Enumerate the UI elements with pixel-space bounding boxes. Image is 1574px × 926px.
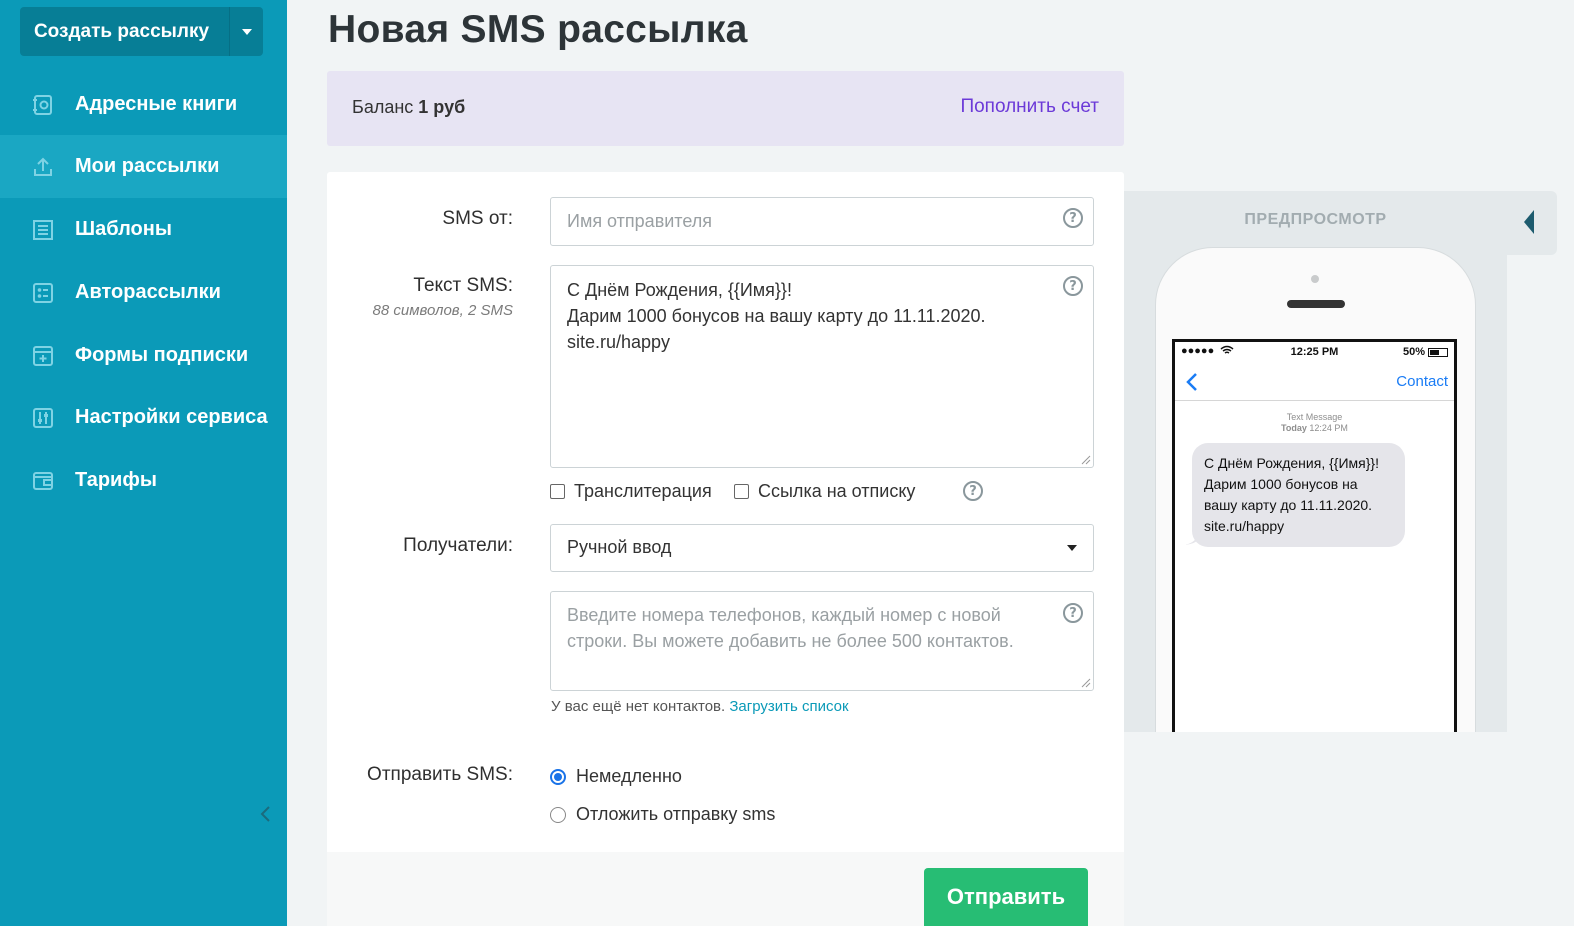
bubble-tail-icon: [1185, 532, 1201, 545]
sidebar-item-autoresponders[interactable]: Авторассылки: [0, 261, 287, 324]
recipients-selected: Ручной ввод: [567, 537, 672, 557]
help-icon[interactable]: ?: [1063, 208, 1083, 228]
sms-text-label: Текст SMS:: [413, 275, 513, 296]
sms-counter: 88 символов, 2 SMS: [372, 302, 513, 319]
sidebar-item-label: Тарифы: [75, 469, 157, 491]
sidebar: Создать рассылку Адресные книги Мои расс…: [0, 0, 287, 926]
sidebar-item-my-campaigns[interactable]: Мои рассылки: [0, 135, 287, 198]
unsubscribe-link-label: Ссылка на отписку: [758, 481, 916, 501]
radio-selected[interactable]: [550, 768, 566, 785]
sidebar-item-subscription-forms[interactable]: Формы подписки: [0, 324, 287, 387]
sidebar-item-label: Настройки сервиса: [75, 406, 268, 428]
phone-screen: ●●●●● 12:25 PM 50% Contact Text Message …: [1172, 339, 1457, 732]
topup-link[interactable]: Пополнить счет: [960, 96, 1099, 118]
page-title: Новая SMS рассылка: [328, 8, 748, 51]
sidebar-item-label: Формы подписки: [75, 344, 249, 366]
no-contacts-note: У вас ещё нет контактов. Загрузить списо…: [551, 698, 849, 715]
recipients-label: Получатели:: [403, 535, 513, 556]
back-chevron-icon[interactable]: [1185, 372, 1199, 392]
chevron-down-icon: [241, 28, 252, 35]
phone-status-bar: ●●●●● 12:25 PM 50%: [1175, 345, 1454, 361]
transliteration-label: Транслитерация: [574, 481, 712, 501]
sidebar-item-address-books[interactable]: Адресные книги: [0, 73, 287, 136]
resize-handle-icon[interactable]: [1081, 678, 1091, 688]
sms-text-textarea[interactable]: С Днём Рождения, {{Имя}}! Дарим 1000 бон…: [550, 265, 1094, 468]
recipients-select[interactable]: Ручной ввод: [550, 524, 1094, 572]
balance-label: Баланс: [352, 97, 414, 117]
upload-icon: [32, 156, 54, 178]
send-delay-radio[interactable]: Отложить отправку sms: [550, 804, 775, 825]
message-type: Text Message: [1286, 412, 1343, 422]
sender-label: SMS от:: [442, 208, 513, 229]
no-contacts-text: У вас ещё нет контактов.: [551, 698, 726, 715]
phone-numbers-placeholder: Введите номера телефонов, каждый номер с…: [567, 605, 1014, 651]
create-campaign-label[interactable]: Создать рассылку: [20, 7, 229, 56]
collapse-sidebar-icon[interactable]: [258, 804, 274, 824]
unsubscribe-link-checkbox[interactable]: Ссылка на отписку: [734, 481, 915, 502]
automation-icon: [32, 282, 54, 304]
transliteration-checkbox[interactable]: Транслитерация: [550, 481, 712, 502]
sidebar-item-tariffs[interactable]: Тарифы: [0, 449, 287, 512]
message-meta: Text Message Today 12:24 PM: [1175, 412, 1454, 434]
sms-text-value: С Днём Рождения, {{Имя}}! Дарим 1000 бон…: [567, 280, 986, 352]
preview-toggle[interactable]: [1500, 191, 1557, 255]
battery-icon: [1428, 347, 1448, 357]
message-bubble: С Днём Рождения, {{Имя}}! Дарим 1000 бон…: [1192, 443, 1405, 547]
send-time-label-wrap: Отправить SMS:: [327, 764, 513, 794]
form-icon: [32, 345, 54, 367]
phone-numbers-textarea[interactable]: Введите номера телефонов, каждый номер с…: [550, 591, 1094, 691]
sidebar-item-label: Мои рассылки: [75, 155, 220, 177]
settings-icon: [32, 407, 54, 429]
collapse-preview-icon: [1524, 210, 1534, 234]
help-icon[interactable]: ?: [1063, 276, 1083, 296]
sidebar-item-label: Адресные книги: [75, 93, 238, 115]
sender-placeholder: Имя отправителя: [567, 211, 713, 231]
resize-handle-icon[interactable]: [1081, 455, 1091, 465]
chevron-down-icon: [1067, 545, 1077, 551]
preview-title: ПРЕДПРОСМОТР: [1244, 211, 1387, 228]
create-campaign-button[interactable]: Создать рассылку: [20, 7, 263, 56]
address-book-icon: [32, 94, 54, 116]
balance-amount: 1 руб: [418, 97, 466, 117]
sidebar-item-service-settings[interactable]: Настройки сервиса: [0, 386, 287, 449]
battery-percent: 50%: [1402, 346, 1425, 358]
send-time-label: Отправить SMS:: [367, 764, 513, 785]
create-dropdown-toggle[interactable]: [230, 7, 263, 56]
send-now-label: Немедленно: [576, 766, 682, 786]
radio-unselected[interactable]: [550, 806, 566, 823]
contact-link[interactable]: Contact: [1396, 373, 1448, 390]
balance-bar: Баланс 1 руб Пополнить счет: [327, 71, 1124, 146]
phone-speaker: [1287, 300, 1345, 308]
sidebar-item-label: Авторассылки: [75, 281, 221, 303]
messages-nav-bar: Contact: [1175, 364, 1454, 401]
wallet-icon: [32, 470, 54, 492]
phone-camera: [1311, 275, 1319, 283]
message-day: Today: [1281, 423, 1307, 433]
send-button[interactable]: Отправить: [924, 868, 1088, 926]
checkbox-box[interactable]: [734, 484, 749, 499]
balance-text: Баланс 1 руб: [352, 97, 465, 118]
sidebar-item-templates[interactable]: Шаблоны: [0, 198, 287, 261]
text-label-wrap: Текст SMS: 88 символов, 2 SMS: [327, 275, 513, 325]
upload-list-link[interactable]: Загрузить список: [729, 698, 848, 715]
send-now-radio[interactable]: Немедленно: [550, 766, 682, 787]
template-icon: [32, 219, 54, 241]
message-time: 12:24 PM: [1309, 423, 1348, 433]
help-icon[interactable]: ?: [1063, 603, 1083, 623]
battery-indicator: 50%: [1403, 346, 1448, 358]
recipients-label-wrap: Получатели:: [327, 535, 513, 565]
sidebar-item-label: Шаблоны: [75, 218, 172, 240]
help-icon[interactable]: ?: [963, 481, 983, 501]
sender-name-input[interactable]: Имя отправителя: [550, 197, 1094, 246]
checkbox-box[interactable]: [550, 484, 565, 499]
sender-label-wrap: SMS от:: [327, 208, 513, 238]
send-delay-label: Отложить отправку sms: [576, 804, 776, 824]
